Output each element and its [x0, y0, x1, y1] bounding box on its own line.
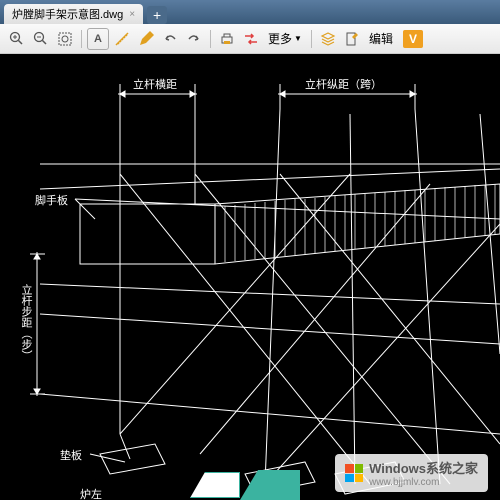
watermark: Windows系统之家 www.bjjmlv.com [335, 454, 488, 492]
text-tool-icon[interactable]: A [87, 28, 109, 50]
pencil-icon[interactable] [135, 28, 157, 50]
measure-icon[interactable] [111, 28, 133, 50]
close-icon[interactable]: × [129, 9, 135, 20]
more-button[interactable]: 更多▼ [264, 28, 306, 49]
dim-label-1: 立杆横距 [133, 76, 177, 92]
zoom-out-icon[interactable] [30, 28, 52, 50]
separator [311, 30, 312, 48]
file-tab[interactable]: 炉膛脚手架示意图.dwg × [4, 4, 143, 24]
layers-icon[interactable] [317, 28, 339, 50]
edit-button[interactable]: 编辑 [365, 28, 397, 49]
redo-icon[interactable] [183, 28, 205, 50]
base-label: 垫板 [60, 447, 82, 463]
vert-dim-label: 立杆步距（步） [18, 284, 34, 361]
convert-icon[interactable] [240, 28, 262, 50]
watermark-text: Windows系统之家 [369, 458, 478, 477]
cad-drawing [0, 54, 500, 500]
drawing-canvas[interactable]: 立杆横距 立杆纵距（跨） 脚手板 立杆步距（步） 垫板 炉左 Windows系统… [0, 54, 500, 500]
watermark-url: www.bjjmlv.com [369, 477, 478, 488]
zoom-window-icon[interactable] [54, 28, 76, 50]
new-tab-button[interactable]: + [147, 6, 167, 24]
toolbar: A 更多▼ 编辑 V [0, 24, 500, 54]
bottom-label: 炉左 [80, 486, 102, 500]
tab-bar: 炉膛脚手架示意图.dwg × + [0, 0, 500, 24]
zoom-in-icon[interactable] [6, 28, 28, 50]
separator [81, 30, 82, 48]
separator [210, 30, 211, 48]
v-badge[interactable]: V [403, 30, 423, 48]
dim-label-2: 立杆纵距（跨） [305, 76, 382, 92]
windows-logo-icon [345, 464, 363, 482]
edit-doc-icon[interactable] [341, 28, 363, 50]
board-label: 脚手板 [35, 192, 68, 208]
tab-title: 炉膛脚手架示意图.dwg [12, 6, 123, 22]
undo-icon[interactable] [159, 28, 181, 50]
print-icon[interactable] [216, 28, 238, 50]
